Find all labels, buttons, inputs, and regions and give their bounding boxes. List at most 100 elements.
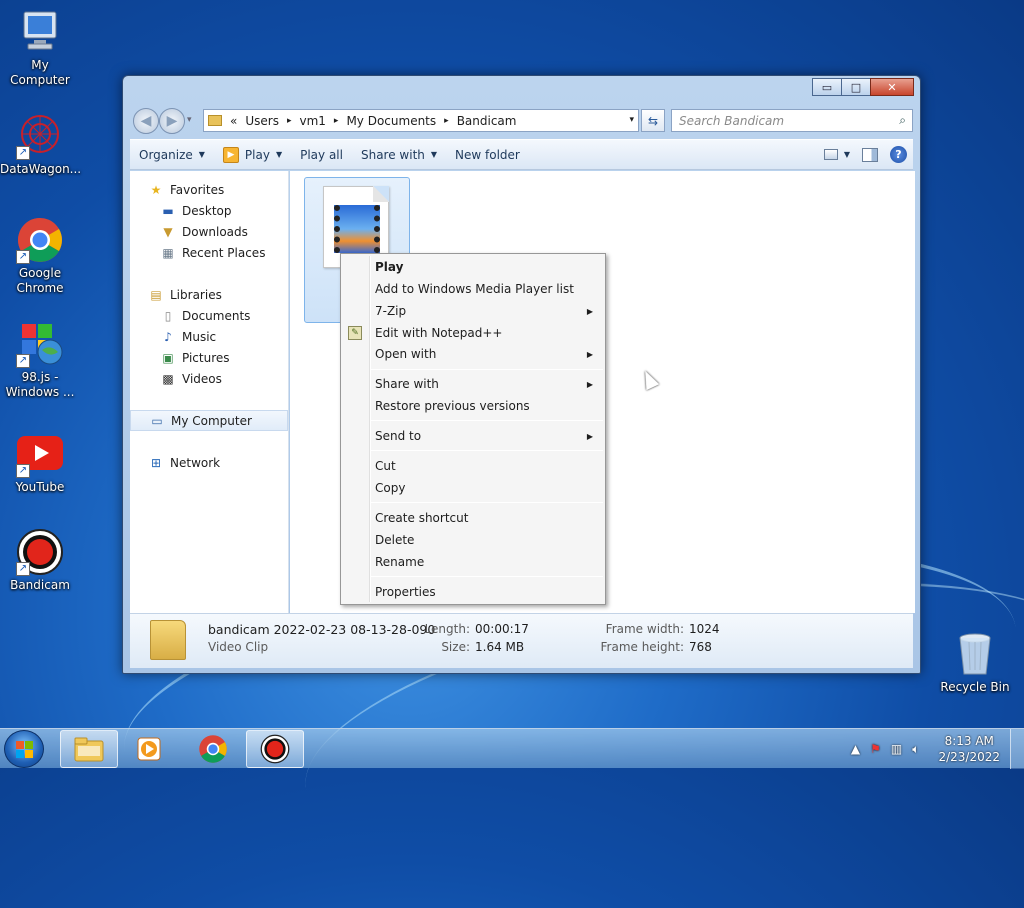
desktop-icon-bandicam[interactable]: ↗ Bandicam: [0, 528, 80, 593]
address-dropdown-icon[interactable]: ▾: [629, 115, 634, 125]
downloads-icon: ▼: [163, 224, 173, 239]
organize-button[interactable]: Organize ▼: [130, 140, 214, 169]
recent-pages-button[interactable]: ▾: [187, 115, 192, 125]
breadcrumb-my-documents[interactable]: My Documents: [346, 114, 436, 128]
volume-icon[interactable]: 🔈︎: [912, 742, 919, 757]
details-frame-width-value: 1024: [689, 622, 720, 636]
search-icon[interactable]: ⌕: [899, 113, 906, 128]
play-button[interactable]: ▶ Play ▼: [214, 140, 291, 169]
menu-item-add-to-wmp-list[interactable]: Add to Windows Media Player list: [343, 278, 603, 300]
nav-documents[interactable]: ▯ Documents: [130, 305, 288, 326]
show-hidden-icons-button[interactable]: ▲: [851, 742, 860, 756]
taskbar-media-player[interactable]: [120, 730, 178, 768]
breadcrumb-users[interactable]: Users: [245, 114, 279, 128]
desktop-icon-google-chrome[interactable]: ↗ Google Chrome: [0, 216, 80, 296]
desktop-icon-datawagon[interactable]: ↗ DataWagon...: [0, 112, 81, 177]
new-folder-button[interactable]: New folder: [446, 140, 529, 169]
nav-libraries[interactable]: ▤ Libraries: [130, 284, 288, 305]
system-tray: ▲ ⚑ ▥ 🔈︎ 8:13 AM 2/23/2022: [846, 729, 1024, 769]
nav-favorites[interactable]: ★ Favorites: [130, 179, 288, 200]
chevron-down-icon: ▼: [430, 150, 438, 159]
desktop-icon-98js[interactable]: ↗ 98.js - Windows ...: [0, 320, 80, 400]
nav-libraries-label: Libraries: [170, 287, 222, 302]
nav-music[interactable]: ♪ Music: [130, 326, 288, 347]
details-frame-height-value: 768: [689, 640, 712, 654]
documents-icon: ▯: [164, 308, 172, 323]
view-controls: ▼ ?: [818, 146, 913, 163]
minimize-button[interactable]: ▭: [812, 78, 842, 96]
nav-my-computer-label: My Computer: [171, 413, 252, 428]
breadcrumb-separator-icon[interactable]: ▸: [444, 116, 449, 126]
desktop-icon-label: Recycle Bin: [940, 680, 1010, 694]
arrow-right-icon: ▶: [166, 113, 178, 129]
breadcrumb-overflow[interactable]: «: [230, 114, 237, 128]
clock[interactable]: 8:13 AM 2/23/2022: [938, 733, 1000, 765]
menu-item-send-to[interactable]: Send to ▶: [343, 425, 603, 447]
help-icon: ?: [890, 146, 907, 163]
menu-item-delete[interactable]: Delete: [343, 529, 603, 551]
help-button[interactable]: ?: [884, 146, 913, 163]
explorer-icon: [74, 737, 104, 762]
search-placeholder: Search Bandicam: [679, 113, 785, 128]
refresh-button[interactable]: ⇆: [641, 109, 665, 132]
new-folder-label: New folder: [455, 147, 520, 162]
taskbar-chrome[interactable]: [184, 730, 242, 768]
close-button[interactable]: ✕: [870, 78, 914, 96]
menu-item-properties[interactable]: Properties: [343, 581, 603, 603]
organize-label: Organize: [139, 147, 193, 162]
nav-network[interactable]: ⊞ Network: [130, 452, 288, 473]
refresh-icon: ⇆: [647, 113, 659, 128]
breadcrumb-vm1[interactable]: vm1: [299, 114, 325, 128]
back-button[interactable]: ◀: [133, 108, 159, 134]
play-all-label: Play all: [300, 147, 343, 162]
menu-item-restore-previous-versions[interactable]: Restore previous versions: [343, 395, 603, 417]
menu-item-open-with-label: Open with: [375, 347, 437, 361]
menu-item-open-with[interactable]: Open with ▶: [343, 343, 603, 365]
breadcrumb-separator-icon[interactable]: ▸: [334, 116, 339, 126]
nav-recent-places[interactable]: ▦ Recent Places: [130, 242, 288, 263]
menu-item-edit-with-notepadpp[interactable]: ✎ Edit with Notepad++: [343, 322, 603, 344]
network-status-icon[interactable]: ▥: [891, 742, 902, 756]
preview-pane-button[interactable]: [856, 147, 884, 162]
menu-item-share-with[interactable]: Share with ▶: [343, 373, 603, 395]
navigation-pane: ★ Favorites ▬ Desktop ▼ Downloads ▦ Recent P…: [130, 171, 289, 613]
media-player-icon: [137, 737, 161, 761]
shortcut-arrow-icon: ↗: [16, 562, 30, 576]
menu-item-play[interactable]: Play: [343, 256, 603, 278]
change-view-button[interactable]: ▼: [818, 149, 856, 160]
menu-item-7zip[interactable]: 7-Zip ▶: [343, 300, 603, 322]
clock-date: 2/23/2022: [938, 750, 1000, 764]
nav-downloads[interactable]: ▼ Downloads: [130, 221, 288, 242]
breadcrumb-separator-icon[interactable]: ▸: [287, 116, 292, 126]
recycle-bin-icon: [951, 630, 999, 678]
search-input[interactable]: Search Bandicam ⌕: [671, 109, 913, 132]
desktop-icon-youtube[interactable]: ↗ YouTube: [0, 430, 80, 495]
nav-my-computer[interactable]: ▭ My Computer: [130, 410, 288, 431]
details-frame-height-label: Frame height:: [600, 640, 685, 654]
nav-videos[interactable]: ▩ Videos: [130, 368, 288, 389]
taskbar-explorer[interactable]: [60, 730, 118, 768]
desktop-icon-recycle-bin[interactable]: Recycle Bin: [935, 630, 1015, 695]
action-center-flag-icon[interactable]: ⚑: [870, 742, 881, 756]
show-desktop-button[interactable]: [1010, 729, 1024, 769]
forward-button[interactable]: ▶: [159, 108, 185, 134]
taskbar-bandicam[interactable]: [246, 730, 304, 768]
address-bar[interactable]: « Users ▸ vm1 ▸ My Documents ▸ Bandicam …: [203, 109, 639, 132]
network-group: ⊞ Network: [130, 452, 288, 473]
maximize-button[interactable]: □: [841, 78, 871, 96]
desktop-icon-label: Google Chrome: [16, 266, 64, 295]
breadcrumb-bandicam[interactable]: Bandicam: [457, 114, 517, 128]
menu-item-rename[interactable]: Rename: [343, 551, 603, 573]
play-all-button[interactable]: Play all: [291, 140, 352, 169]
share-with-button[interactable]: Share with ▼: [352, 140, 446, 169]
details-file-type: Video Clip: [208, 640, 269, 654]
desktop-icon-my-computer[interactable]: My Computer: [0, 8, 80, 88]
network-icon: ⊞: [150, 455, 162, 470]
nav-desktop[interactable]: ▬ Desktop: [130, 200, 288, 221]
menu-item-cut[interactable]: Cut: [343, 455, 603, 477]
nav-pictures[interactable]: ▣ Pictures: [130, 347, 288, 368]
menu-item-create-shortcut[interactable]: Create shortcut: [343, 507, 603, 529]
chevron-down-icon: ▼: [198, 150, 205, 159]
menu-item-copy[interactable]: Copy: [343, 477, 603, 499]
start-button[interactable]: [4, 730, 44, 768]
